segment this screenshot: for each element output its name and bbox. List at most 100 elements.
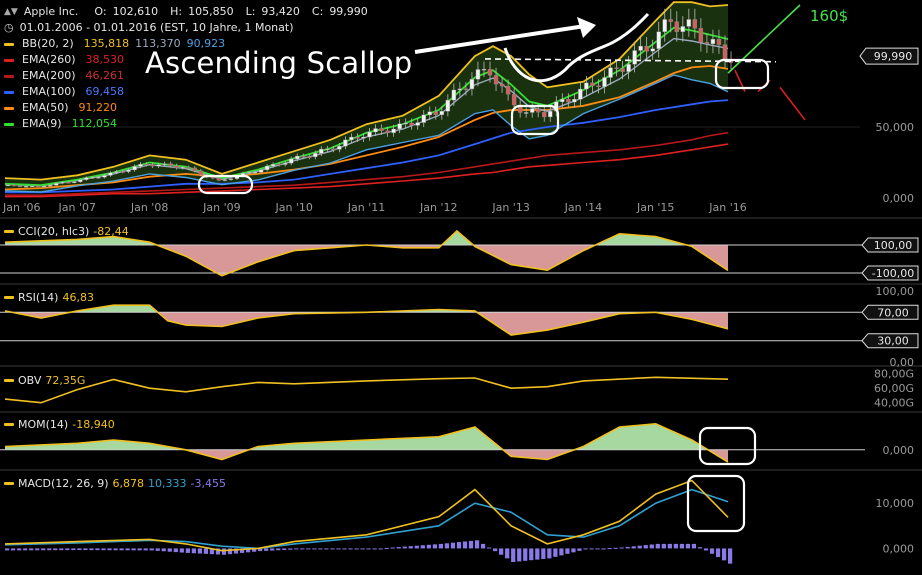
macd-histogram-bar	[474, 540, 480, 549]
macd-histogram-bar	[185, 548, 190, 553]
candle-body	[391, 128, 396, 134]
macd-histogram-bar	[354, 548, 359, 550]
rsi-label[interactable]: RSI(14) 46,83	[4, 291, 94, 304]
macd-histogram-bar	[493, 548, 498, 552]
x-tick-label: Jan '10	[274, 201, 312, 214]
candle-body	[198, 170, 204, 175]
candle-body	[156, 164, 161, 167]
target-price-annotation: 160$	[810, 7, 849, 25]
candle-body	[542, 111, 547, 118]
candle-body	[367, 131, 372, 138]
macd-histogram-bar	[691, 543, 697, 549]
candle-body	[150, 164, 155, 167]
candle-body	[499, 83, 505, 87]
macd-histogram-bar	[487, 547, 492, 549]
candle-body	[529, 108, 535, 113]
candle-body	[114, 171, 119, 173]
obv-y-tick: 60,00G	[874, 382, 914, 395]
mom-swatch	[4, 423, 14, 426]
mom-label[interactable]: MOM(14) -18,940	[4, 418, 115, 431]
macd-histogram-bar	[282, 548, 287, 550]
macd-histogram-bar	[456, 542, 462, 549]
macd-histogram-bar	[631, 546, 636, 549]
rsi-y-tick: 100,00	[876, 285, 915, 298]
candle-body	[463, 88, 469, 91]
candle-body	[548, 110, 553, 118]
macd-histogram-bar	[372, 548, 377, 550]
candle-body	[343, 139, 348, 147]
candle-body	[511, 94, 517, 106]
candle-body	[710, 39, 716, 45]
macd-histogram-bar	[697, 547, 703, 549]
ema260-swatch	[4, 58, 14, 62]
candle-body	[222, 179, 228, 181]
obv-y-tick: 80,00G	[874, 368, 914, 381]
candle-body	[355, 136, 360, 139]
candle-body	[590, 82, 595, 87]
rsi-level-tag: 70,00	[861, 304, 919, 320]
macd-histogram-bar	[468, 540, 474, 549]
indicator-name: EMA(260)	[22, 53, 76, 66]
chevron-up-down-icon[interactable]: ▲▼	[4, 4, 18, 20]
candle-body	[331, 148, 336, 151]
macd-histogram-bar	[167, 548, 172, 552]
candle-body	[536, 108, 541, 113]
x-tick-label: Jan '12	[419, 201, 457, 214]
indicator-ema9[interactable]: EMA(9) 112,054	[4, 116, 368, 132]
macd-histogram-bar	[197, 548, 202, 554]
rsi-negative-fill	[5, 312, 728, 335]
macd-histogram-bar	[221, 548, 227, 555]
macd-histogram-bar	[547, 548, 552, 559]
x-tick-label: Jan '06	[2, 201, 40, 214]
macd-histogram-bar	[41, 548, 46, 551]
candle-body	[668, 19, 673, 22]
candle-body	[439, 111, 445, 115]
x-tick-label: Jan '15	[636, 201, 674, 214]
macd-histogram-bar	[505, 548, 510, 559]
macd-histogram-bar	[77, 548, 82, 551]
indicator-ema50[interactable]: EMA(50) 91,220	[4, 100, 368, 116]
candle-body	[35, 185, 41, 188]
candle-body	[445, 99, 451, 112]
candle-body	[319, 148, 324, 154]
candle-body	[698, 28, 704, 43]
macd-histogram-bar	[721, 548, 727, 561]
macd-histogram-bar	[342, 548, 347, 550]
indicator-name: EMA(200)	[22, 69, 76, 82]
candle-body	[487, 69, 493, 76]
candle-body	[469, 79, 475, 90]
macd-histogram-bar	[113, 548, 118, 551]
candle-body	[602, 77, 607, 87]
candle-body	[409, 122, 414, 126]
candle-body	[72, 181, 77, 183]
candle-body	[23, 186, 29, 188]
symbol-row: ▲▼ Apple Inc. O: 102,610 H: 105,850 L: 93,4…	[4, 4, 368, 20]
ohlc-open: 102,610	[112, 5, 159, 18]
macd-histogram-bar	[589, 548, 594, 550]
candle-body	[138, 163, 143, 167]
ohlc-high-label: H:	[170, 5, 183, 18]
indicator-name: EMA(9)	[22, 117, 62, 130]
clock-icon: ◷	[4, 21, 14, 34]
candle-body	[584, 82, 589, 90]
candle-body	[5, 184, 11, 187]
cci-value: -82,44	[93, 225, 129, 238]
macd-label[interactable]: MACD(12, 26, 9) 6,878 10,333 -3,455	[4, 477, 226, 490]
candle-body	[427, 111, 432, 116]
ema50-value: 91,220	[78, 101, 118, 114]
macd-histogram-bar	[583, 548, 588, 550]
indicator-ema100[interactable]: EMA(100) 69,458	[4, 84, 368, 100]
candle-body	[174, 165, 179, 169]
macd-histogram-bar	[661, 543, 666, 549]
macd-histogram-bar	[450, 542, 456, 549]
macd-histogram-bar	[270, 548, 275, 551]
x-tick-label: Jan '07	[58, 201, 96, 214]
macd-histogram-bar	[29, 548, 34, 551]
candle-body	[349, 136, 354, 141]
price-tag-text: 99,990	[874, 50, 913, 63]
candle-body	[662, 19, 667, 32]
candle-body	[313, 153, 318, 158]
obv-label[interactable]: OBV 72,35G	[4, 374, 85, 387]
candle-body	[54, 183, 59, 186]
cci-label[interactable]: CCI(20, hlc3) -82,44	[4, 225, 129, 238]
